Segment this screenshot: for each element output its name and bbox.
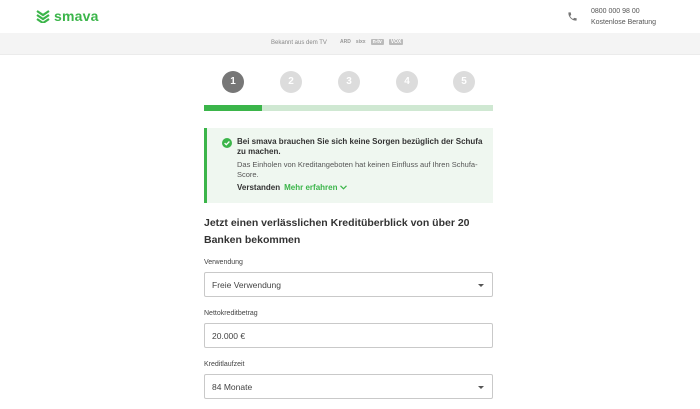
more-info-label: Mehr erfahren [284, 183, 338, 192]
step-5: 5 [453, 71, 475, 93]
phone-icon [568, 12, 577, 21]
term-select[interactable]: 84 Monate [204, 374, 493, 399]
more-info-link[interactable]: Mehr erfahren [284, 183, 347, 192]
purpose-value: Freie Verwendung [212, 280, 281, 290]
amount-value: 20.000 € [212, 331, 246, 341]
term-label: Kreditlaufzeit [204, 361, 245, 368]
step-indicator: 1 2 3 4 5 [222, 71, 476, 93]
tv-logo-ard: ARD [340, 39, 351, 45]
phone-number[interactable]: 0800 000 98 00 [591, 6, 656, 17]
step-3: 3 [338, 71, 360, 93]
chevron-down-icon [478, 386, 484, 389]
schufa-notice: Bei smava brauchen Sie sich keine Sorgen… [204, 128, 493, 203]
smava-logo[interactable]: smava [36, 8, 99, 24]
tv-bar: Bekannt aus dem TV ARD sixx n-tv VOX [0, 33, 700, 55]
smava-logo-icon [36, 10, 50, 23]
tv-logo-ntv: n-tv [370, 39, 384, 45]
tv-logos: ARD sixx n-tv VOX [340, 39, 404, 45]
tv-logo-vox: VOX [388, 39, 404, 45]
step-4: 4 [396, 71, 418, 93]
step-1: 1 [222, 71, 244, 93]
progress-bar-fill [204, 105, 262, 111]
notice-title: Bei smava brauchen Sie sich keine Sorgen… [237, 137, 483, 156]
form-heading: Jetzt einen verlässlichen Kreditüberblic… [204, 217, 470, 246]
chevron-down-icon [478, 284, 484, 287]
tv-logo-sixx: sixx [355, 39, 366, 45]
tv-text: Bekannt aus dem TV [271, 40, 327, 46]
notice-text: Das Einholen von Kreditangeboten hat kei… [237, 160, 478, 179]
brand-name: smava [54, 8, 99, 24]
consult-label: Kostenlose Beratung [591, 19, 656, 26]
term-value: 84 Monate [212, 382, 253, 392]
contact-info[interactable]: 0800 000 98 00 Kostenlose Beratung [591, 6, 656, 28]
purpose-select[interactable]: Freie Verwendung [204, 272, 493, 297]
understood-link[interactable]: Verstanden [237, 183, 280, 192]
check-circle-icon [222, 138, 232, 148]
step-2: 2 [280, 71, 302, 93]
amount-label: Nettokreditbetrag [204, 310, 258, 317]
amount-input[interactable]: 20.000 € [204, 323, 493, 348]
notice-actions: Verstanden Mehr erfahren [237, 183, 347, 192]
site-header: smava 0800 000 98 00 Kostenlose Beratung [0, 0, 700, 34]
chevron-down-icon [339, 185, 347, 190]
progress-bar [204, 105, 493, 111]
purpose-label: Verwendung [204, 259, 243, 266]
